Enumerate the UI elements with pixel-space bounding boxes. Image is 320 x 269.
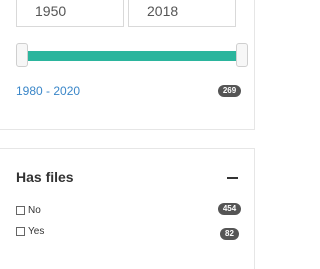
option-no-label: No bbox=[28, 205, 41, 216]
year-range-slider[interactable] bbox=[16, 43, 248, 67]
to-year-input[interactable]: 2018 bbox=[128, 0, 236, 27]
checkbox-no[interactable] bbox=[16, 206, 25, 215]
option-yes-label: Yes bbox=[28, 226, 45, 237]
has-files-facet: Has files No 454 Yes 82 bbox=[0, 148, 255, 269]
option-yes[interactable]: Yes bbox=[16, 226, 44, 237]
facet-sidebar: 1950 2018 1980 - 2020 269 Has files No 4… bbox=[0, 0, 257, 269]
slider-min-handle[interactable] bbox=[16, 43, 28, 67]
facet-title: Has files bbox=[16, 169, 74, 185]
option-no[interactable]: No bbox=[16, 205, 41, 216]
option-no-count-badge: 454 bbox=[218, 203, 241, 215]
checkbox-yes[interactable] bbox=[16, 227, 25, 236]
from-year-input[interactable]: 1950 bbox=[16, 0, 124, 27]
selected-range-link[interactable]: 1980 - 2020 bbox=[16, 84, 80, 98]
date-range-facet: 1950 2018 1980 - 2020 269 bbox=[0, 0, 255, 130]
slider-range-fill bbox=[22, 51, 242, 61]
option-yes-count-badge: 82 bbox=[220, 228, 239, 240]
minus-icon[interactable] bbox=[227, 177, 238, 179]
slider-max-handle[interactable] bbox=[236, 43, 248, 67]
range-count-badge: 269 bbox=[218, 85, 241, 97]
